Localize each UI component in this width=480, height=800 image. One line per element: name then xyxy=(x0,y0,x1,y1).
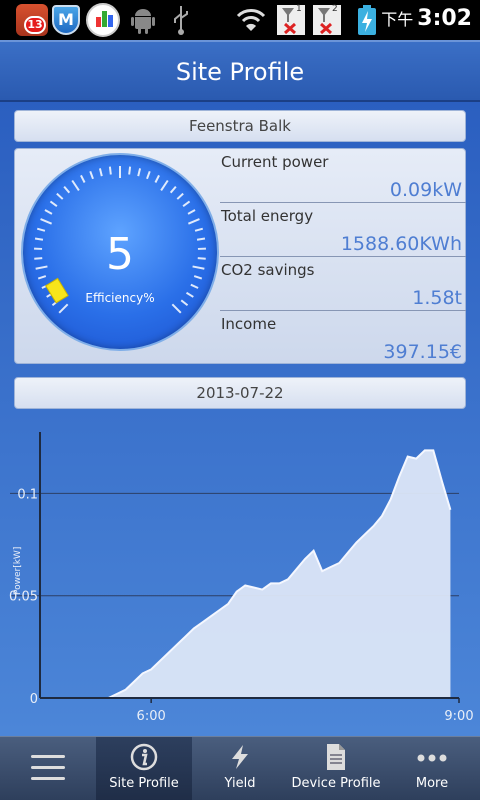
title-bar: Site Profile xyxy=(0,40,480,102)
gauge-tick xyxy=(154,174,160,183)
sim2-label: 2 xyxy=(332,4,338,14)
sim1-label: 1 xyxy=(296,4,302,14)
gauge-tick xyxy=(58,303,69,314)
main-content: Feenstra Balk 5 Efficiency% Current powe… xyxy=(0,102,480,736)
efficiency-gauge: 5 Efficiency% xyxy=(21,153,219,351)
status-bar: 13 M 1 2 下午 3:02 xyxy=(0,0,480,40)
gauge-tick xyxy=(56,192,64,200)
gauge-tick xyxy=(137,168,142,177)
efficiency-label: Efficiency% xyxy=(85,291,155,305)
gauge-tick xyxy=(160,179,169,192)
nav-device-profile[interactable]: Device Profile xyxy=(288,737,384,800)
shield-icon: M xyxy=(52,5,80,35)
x-tick-label: 6:00 xyxy=(137,709,166,724)
stat-value: 397.15€ xyxy=(383,341,462,363)
stat-co2-savings: CO2 savings 1.58t xyxy=(220,257,466,311)
stat-value: 0.09kW xyxy=(389,179,462,201)
stat-value: 1.58t xyxy=(412,287,462,309)
stat-label: CO2 savings xyxy=(221,261,315,279)
gauge-tick xyxy=(146,170,151,180)
lightning-icon xyxy=(232,745,248,769)
gauge-tick xyxy=(171,303,182,314)
page-title: Site Profile xyxy=(175,58,305,86)
stats-panel: 5 Efficiency% Current power 0.09kW Total… xyxy=(14,148,466,364)
bottom-nav: Site Profile Yield Device Profile More xyxy=(0,736,480,800)
nav-yield[interactable]: Yield xyxy=(192,737,288,800)
power-chart: 0.10.0506:00 9:00Power[kW] xyxy=(9,432,474,724)
gauge-tick xyxy=(128,166,132,175)
gauge-tick xyxy=(187,218,200,225)
clock: 下午 3:02 xyxy=(381,6,472,31)
gauge-tick xyxy=(71,179,80,192)
no-signal-sim1-icon: 1 xyxy=(276,4,306,36)
gauge-tick xyxy=(89,170,94,180)
usb-icon xyxy=(174,6,188,35)
gauge-tick xyxy=(44,209,53,215)
nav-label: More xyxy=(415,776,449,791)
stat-value: 1588.60KWh xyxy=(340,233,462,255)
gauge-tick xyxy=(40,218,53,225)
gauge-tick xyxy=(49,200,58,207)
gauge-tick xyxy=(63,185,71,194)
nav-menu-button[interactable] xyxy=(0,737,96,800)
menu-icon xyxy=(31,755,65,781)
date-selector[interactable]: 2013-07-22 xyxy=(14,377,466,409)
x-tick-label: 9:00 xyxy=(444,709,473,724)
nav-more[interactable]: More xyxy=(384,737,480,800)
stat-label: Income xyxy=(221,315,277,333)
wifi-icon xyxy=(236,9,266,31)
gauge-tick xyxy=(108,166,112,175)
site-name-bar[interactable]: Feenstra Balk xyxy=(14,110,466,142)
clock-time: 3:02 xyxy=(417,6,472,31)
y-axis-label: Power[kW] xyxy=(13,547,23,595)
battery-charging-icon xyxy=(358,5,376,35)
stat-label: Current power xyxy=(221,153,329,171)
y-tick-label: 0 xyxy=(30,692,38,707)
y-tick-label: 0.1 xyxy=(17,487,38,502)
notification-count-badge: 13 xyxy=(24,16,46,34)
stat-total-energy: Total energy 1588.60KWh xyxy=(220,203,466,257)
gauge-tick xyxy=(182,200,191,207)
document-icon xyxy=(327,744,345,770)
stat-income: Income 397.15€ xyxy=(220,311,466,365)
gauge-tick xyxy=(190,283,199,289)
gauge-tick xyxy=(187,209,196,215)
more-icon xyxy=(417,754,447,762)
stat-label: Total energy xyxy=(221,207,314,225)
efficiency-value: 5 xyxy=(106,229,134,280)
gauge-tick xyxy=(176,192,184,200)
no-signal-sim2-icon: 2 xyxy=(312,4,342,36)
stat-current-power: Current power 0.09kW xyxy=(220,149,466,203)
stats-app-icon xyxy=(86,3,120,37)
clock-period: 下午 xyxy=(381,10,414,29)
android-icon xyxy=(131,9,155,34)
nav-label: Site Profile xyxy=(109,776,179,791)
nav-site-profile[interactable]: Site Profile xyxy=(96,737,192,800)
nav-label: Device Profile xyxy=(291,776,381,791)
gauge-tick xyxy=(80,174,86,183)
nav-label: Yield xyxy=(224,776,256,791)
gauge-tick xyxy=(169,185,177,194)
info-icon xyxy=(130,743,158,771)
gauge-tick xyxy=(98,168,103,177)
